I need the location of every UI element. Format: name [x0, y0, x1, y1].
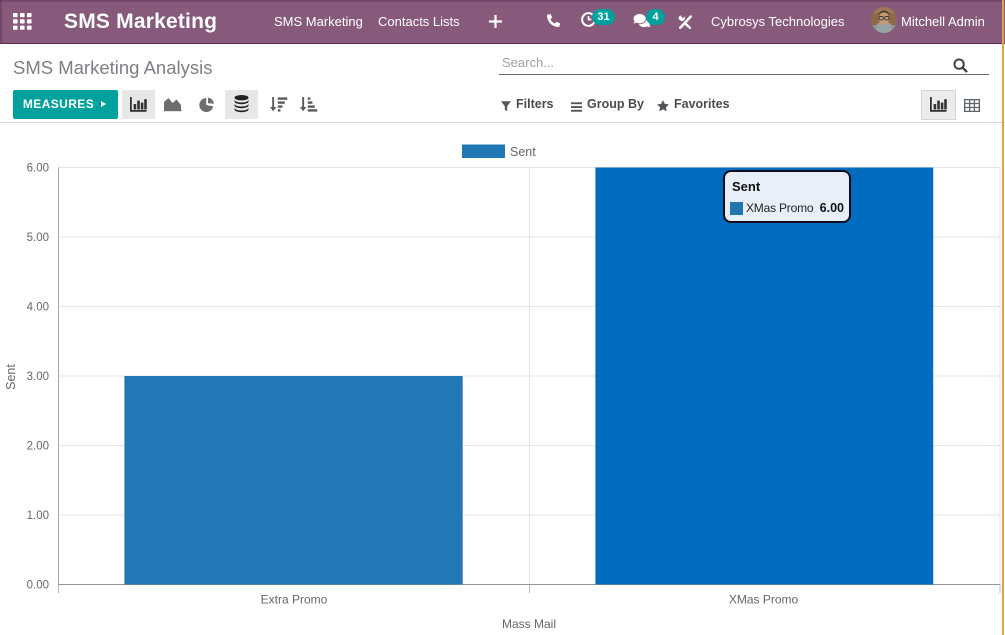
svg-text:0.00: 0.00	[27, 580, 49, 592]
svg-text:Sent: Sent	[510, 145, 536, 159]
svg-text:XMas Promo: XMas Promo	[729, 593, 799, 607]
svg-text:3.00: 3.00	[27, 371, 49, 383]
svg-text:Sent: Sent	[4, 364, 18, 390]
svg-text:6.00: 6.00	[27, 163, 49, 175]
svg-text:4.00: 4.00	[27, 302, 49, 314]
svg-text:Mass Mail: Mass Mail	[502, 617, 556, 631]
svg-text:1.00: 1.00	[27, 510, 49, 522]
svg-text:Extra Promo: Extra Promo	[261, 593, 328, 607]
svg-text:2.00: 2.00	[27, 441, 49, 453]
svg-text:5.00: 5.00	[27, 232, 49, 244]
